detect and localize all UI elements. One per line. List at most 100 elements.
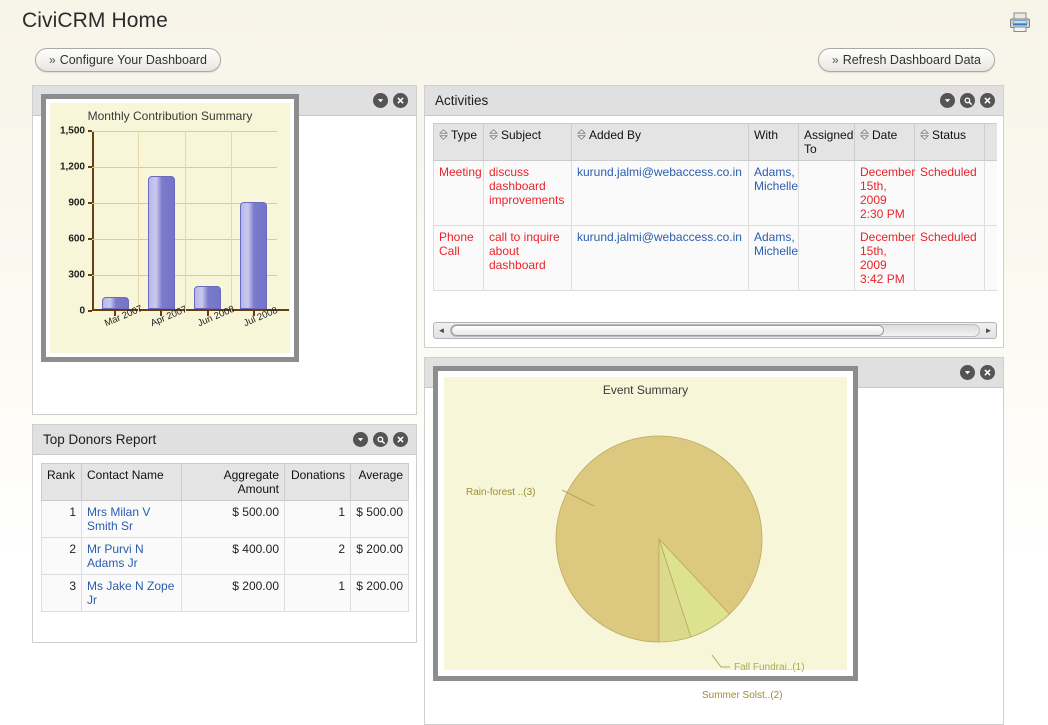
top-donors-cell-contact-name[interactable]: Mr Purvi N Adams Jr xyxy=(81,537,182,575)
panel-donor-icons xyxy=(373,86,408,115)
top-donors-column-header: Donations xyxy=(284,463,351,501)
activities-column-header[interactable]: Date xyxy=(854,123,915,161)
sort-icon[interactable] xyxy=(489,129,498,143)
configure-icon[interactable] xyxy=(960,93,975,108)
gridline-vertical xyxy=(184,131,186,311)
top-donors-cell-average: $ 200.00 xyxy=(350,574,409,612)
panel-top-donors-report: Top Donors Report Rank Contact Name Aggr… xyxy=(32,424,417,643)
table-row: 2 Mr Purvi N Adams Jr $ 400.00 2 $ 200.00 xyxy=(41,537,409,575)
activities-cell-subject[interactable]: call to inquire about dashboard xyxy=(483,225,572,291)
panel-top-donors-icons xyxy=(353,425,408,454)
activities-table-body: Meeting discuss dashboard improvements kur… xyxy=(433,160,997,291)
chevron-down-icon[interactable] xyxy=(940,93,955,108)
scrollbar-thumb[interactable] xyxy=(451,325,884,336)
top-donors-cell-contact-name[interactable]: Ms Jake N Zope Jr xyxy=(81,574,182,612)
page-header: CiviCRM Home » Configure Your Dashboard … xyxy=(0,0,1048,78)
top-donors-column-header: Rank xyxy=(41,463,82,501)
contact-link[interactable]: Mr Purvi N Adams Jr xyxy=(87,542,144,570)
chevron-right-icon: » xyxy=(49,53,56,67)
contact-link[interactable]: Mrs Milan V Smith Sr xyxy=(87,505,150,533)
panel-activities-title: Activities xyxy=(435,93,489,108)
activities-cell-type[interactable]: Phone Call xyxy=(433,225,484,291)
top-donors-cell-donations: 2 xyxy=(284,537,351,575)
y-axis-tick-label: 900 xyxy=(68,197,85,209)
activities-cell-added-by[interactable]: kurund.jalmi@webaccess.co.in xyxy=(571,225,749,291)
chevron-down-icon[interactable] xyxy=(373,93,388,108)
activities-horizontal-scrollbar[interactable]: ◄ ► xyxy=(433,322,997,339)
activities-cell-type[interactable]: Meeting xyxy=(433,160,484,226)
close-icon[interactable] xyxy=(393,93,408,108)
activities-column-header[interactable]: Status xyxy=(914,123,985,161)
activities-table-viewport: Type Subject Added By With Assigned To Date St… xyxy=(433,123,997,313)
column-label: Date xyxy=(872,128,898,142)
configure-icon[interactable] xyxy=(373,432,388,447)
table-row: 3 Ms Jake N Zope Jr $ 200.00 1 $ 200.00 xyxy=(41,574,409,612)
pie-chart-plot-area: Rain-forest ..(3) Fall Fundrai..(1) Summer… xyxy=(444,377,847,701)
y-axis-tick-label: 300 xyxy=(68,269,85,281)
activities-cell-with[interactable]: Adams, Michelle xyxy=(748,225,799,291)
activities-cell-subject[interactable]: discuss dashboard improvements xyxy=(483,160,572,226)
chevron-right-icon: » xyxy=(832,53,839,67)
cell-text[interactable]: Scheduled xyxy=(920,165,977,179)
panel-top-donors-title: Top Donors Report xyxy=(43,432,157,447)
scroll-left-arrow-icon[interactable]: ◄ xyxy=(434,323,449,338)
configure-dashboard-button[interactable]: » Configure Your Dashboard xyxy=(35,48,222,72)
refresh-dashboard-button[interactable]: » Refresh Dashboard Data xyxy=(818,48,995,72)
top-donors-cell-rank: 1 xyxy=(41,500,82,538)
activities-cell-added-by[interactable]: kurund.jalmi@webaccess.co.in xyxy=(571,160,749,226)
activities-cell-status[interactable]: Scheduled xyxy=(914,160,985,226)
top-donors-cell-average: $ 500.00 xyxy=(350,500,409,538)
gridline-vertical xyxy=(230,131,232,311)
bar xyxy=(240,202,268,309)
activities-column-header[interactable]: Subject xyxy=(483,123,572,161)
close-icon[interactable] xyxy=(980,93,995,108)
close-icon[interactable] xyxy=(393,432,408,447)
activities-cell-extra xyxy=(984,225,997,291)
bar xyxy=(147,175,175,309)
sort-icon[interactable] xyxy=(439,129,448,143)
activities-cell-date[interactable]: December 15th, 2009 3:42 PM xyxy=(854,225,915,291)
activities-cell-with[interactable]: Adams, Michelle xyxy=(748,160,799,226)
top-donors-cell-donations: 1 xyxy=(284,574,351,612)
panel-event-income-report: Event Income Report (Summary) Event Summ… xyxy=(424,357,1004,725)
printer-icon[interactable] xyxy=(1006,8,1034,36)
cell-text[interactable]: Adams, Michelle xyxy=(754,165,798,193)
cell-text[interactable]: Meeting xyxy=(439,165,482,179)
cell-text[interactable]: kurund.jalmi@webaccess.co.in xyxy=(577,230,742,244)
chevron-down-icon[interactable] xyxy=(353,432,368,447)
cell-text[interactable]: Scheduled xyxy=(920,230,977,244)
contact-link[interactable]: Ms Jake N Zope Jr xyxy=(87,579,174,607)
top-donors-column-header: Average xyxy=(350,463,409,501)
y-axis-tick-mark xyxy=(88,202,92,204)
cell-text[interactable]: call to inquire about dashboard xyxy=(489,230,560,272)
sort-icon[interactable] xyxy=(577,129,586,143)
activities-column-header[interactable]: Added By xyxy=(571,123,749,161)
close-icon[interactable] xyxy=(980,365,995,380)
activities-column-header[interactable]: Type xyxy=(433,123,484,161)
cell-text[interactable]: December 15th, 2009 2:30 PM xyxy=(860,165,915,221)
top-donors-column-header: Contact Name xyxy=(81,463,182,501)
sort-icon[interactable] xyxy=(920,129,929,143)
cell-text[interactable]: discuss dashboard improvements xyxy=(489,165,564,207)
sort-icon[interactable] xyxy=(860,129,869,143)
top-donors-cell-aggregate-amount: $ 400.00 xyxy=(181,537,285,575)
cell-text[interactable]: Adams, Michelle xyxy=(754,230,798,258)
cell-text[interactable]: December 15th, 2009 3:42 PM xyxy=(860,230,915,286)
panel-activities-icons xyxy=(940,86,995,115)
activities-cell-date[interactable]: December 15th, 2009 2:30 PM xyxy=(854,160,915,226)
cell-text[interactable]: kurund.jalmi@webaccess.co.in xyxy=(577,165,742,179)
column-label: Status xyxy=(932,128,967,142)
y-axis-tick-label: 1,500 xyxy=(59,125,85,137)
gridline-vertical xyxy=(138,131,140,311)
top-donors-cell-rank: 2 xyxy=(41,537,82,575)
activities-cell-status[interactable]: Scheduled xyxy=(914,225,985,291)
scrollbar-track[interactable] xyxy=(450,324,980,337)
top-donors-cell-contact-name[interactable]: Mrs Milan V Smith Sr xyxy=(81,500,182,538)
chevron-down-icon[interactable] xyxy=(960,365,975,380)
y-axis-tick-mark xyxy=(88,310,92,312)
y-axis xyxy=(92,131,94,311)
cell-text[interactable]: Phone Call xyxy=(439,230,474,258)
scroll-right-arrow-icon[interactable]: ► xyxy=(981,323,996,338)
y-axis-tick-mark xyxy=(88,274,92,276)
leader-line xyxy=(561,489,595,507)
